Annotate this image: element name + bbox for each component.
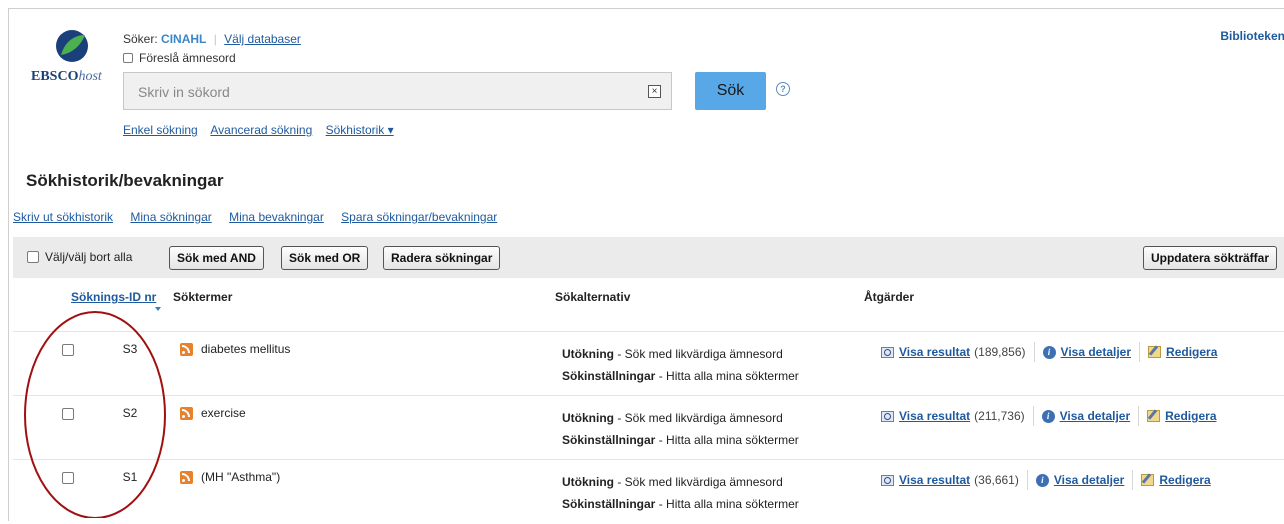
row-checkbox[interactable]: [62, 344, 74, 356]
row-actions: Visa resultat (189,856) i Visa detaljer Re…: [881, 342, 1225, 362]
info-icon: i: [1042, 345, 1056, 359]
search-with-and-button[interactable]: Sök med AND: [169, 246, 264, 270]
edit-action[interactable]: Redigera: [1132, 470, 1218, 490]
search-mode-links: Enkel sökning Avancerad sökning Sökhisto…: [123, 123, 404, 137]
search-term: diabetes mellitus: [201, 342, 291, 356]
searching-database-line: Söker: CINAHL | Välj databaser: [123, 32, 301, 46]
view-results-icon: [881, 410, 894, 422]
edit-action[interactable]: Redigera: [1139, 342, 1225, 362]
suggest-subject-terms[interactable]: Föreslå ämnesord: [123, 51, 236, 65]
search-id: S2: [122, 406, 138, 420]
page-title: Sökhistorik/bevakningar: [26, 171, 224, 190]
update-results-button[interactable]: Uppdatera sökträffar: [1142, 246, 1277, 270]
help-icon[interactable]: ?: [776, 82, 790, 96]
history-toolbar: Välj/välj bort alla Sök med AND Sök med …: [13, 237, 1284, 278]
search-button[interactable]: Sök: [695, 72, 766, 110]
expander-option: Utökning - Sök med likvärdiga ämnesord: [562, 347, 783, 361]
sort-descending-icon[interactable]: [155, 307, 161, 311]
select-all-checkbox[interactable]: [27, 251, 39, 263]
table-row: S3 diabetes mellitus Utökning - Sök med …: [13, 331, 1284, 396]
search-history-link[interactable]: Sökhistorik ▾: [326, 123, 394, 137]
search-id: S1: [122, 470, 138, 484]
search-mode-option: Sökinställningar - Hitta alla mina sökte…: [562, 369, 799, 383]
select-all-label: Välj/välj bort alla: [45, 250, 133, 264]
view-details-action[interactable]: i Visa detaljer: [1032, 406, 1139, 426]
column-header-actions: Åtgärder: [864, 290, 915, 304]
advanced-search-link[interactable]: Avancerad sökning: [210, 123, 312, 137]
view-results-action[interactable]: Visa resultat (36,661): [881, 470, 1027, 490]
table-row: S2 exercise Utökning - Sök med likvärdig…: [13, 395, 1284, 460]
search-id: S3: [122, 342, 138, 356]
suggest-subject-terms-label: Föreslå ämnesord: [139, 51, 236, 65]
choose-databases-link[interactable]: Välj databaser: [224, 32, 301, 46]
edit-icon: [1148, 346, 1162, 358]
search-term: exercise: [201, 406, 246, 420]
view-results-icon: [881, 346, 894, 358]
save-searches-link[interactable]: Spara sökningar/bevakningar: [341, 210, 497, 224]
view-details-action[interactable]: i Visa detaljer: [1033, 342, 1140, 362]
search-input[interactable]: Skriv in sökord ×: [123, 72, 672, 110]
select-all[interactable]: Välj/välj bort alla: [27, 250, 132, 264]
delete-searches-button[interactable]: Radera sökningar: [383, 246, 501, 270]
history-links: Skriv ut sökhistorik Mina sökningar Mina…: [13, 210, 511, 224]
my-alerts-link[interactable]: Mina bevakningar: [229, 210, 324, 224]
ebsco-leaf-icon: [56, 30, 88, 62]
column-header-terms: Söktermer: [173, 290, 233, 304]
rss-feed-icon[interactable]: [180, 471, 193, 484]
result-count: (211,736): [974, 409, 1025, 423]
suggest-subject-terms-checkbox[interactable]: [123, 53, 133, 63]
my-searches-link[interactable]: Mina sökningar: [130, 210, 211, 224]
print-history-link[interactable]: Skriv ut sökhistorik: [13, 210, 113, 224]
view-results-action[interactable]: Visa resultat (211,736): [881, 406, 1033, 426]
library-link[interactable]: Biblioteken: [1220, 29, 1284, 43]
edit-action[interactable]: Redigera: [1138, 406, 1224, 426]
search-with-or-button[interactable]: Sök med OR: [281, 246, 369, 270]
view-details-action[interactable]: i Visa detaljer: [1026, 470, 1133, 490]
column-header-options: Sökalternativ: [555, 290, 631, 304]
divider: |: [213, 32, 217, 46]
view-results-action[interactable]: Visa resultat (189,856): [881, 342, 1034, 362]
result-count: (189,856): [974, 345, 1026, 359]
table-row: S1 (MH "Asthma") Utökning - Sök med likv…: [13, 459, 1284, 524]
result-count: (36,661): [974, 473, 1019, 487]
row-actions: Visa resultat (211,736) i Visa detaljer Re…: [881, 406, 1225, 426]
ebsco-page: EBSCOhost Söker: CINAHL | Välj databaser…: [8, 8, 1284, 521]
edit-icon: [1141, 474, 1155, 486]
row-checkbox[interactable]: [62, 408, 74, 420]
rss-feed-icon[interactable]: [180, 343, 193, 356]
search-mode-option: Sökinställningar - Hitta alla mina sökte…: [562, 433, 799, 447]
expander-option: Utökning - Sök med likvärdiga ämnesord: [562, 475, 783, 489]
logo-wordmark: EBSCOhost: [31, 69, 102, 84]
database-name: CINAHL: [161, 32, 207, 46]
row-actions: Visa resultat (36,661) i Visa detaljer Red…: [881, 470, 1219, 490]
info-icon: i: [1035, 473, 1049, 487]
info-icon: i: [1041, 409, 1055, 423]
search-placeholder: Skriv in sökord: [138, 84, 230, 100]
searching-label: Söker:: [123, 32, 158, 46]
search-term: (MH "Asthma"): [201, 470, 281, 484]
search-mode-option: Sökinställningar - Hitta alla mina sökte…: [562, 497, 799, 511]
edit-icon: [1147, 410, 1161, 422]
clear-search-icon[interactable]: ×: [648, 85, 661, 98]
expander-option: Utökning - Sök med likvärdiga ämnesord: [562, 411, 783, 425]
view-results-icon: [881, 474, 894, 486]
rss-feed-icon[interactable]: [180, 407, 193, 420]
row-checkbox[interactable]: [62, 472, 74, 484]
basic-search-link[interactable]: Enkel sökning: [123, 123, 198, 137]
column-header-search-id[interactable]: Söknings-ID nr: [71, 290, 156, 304]
